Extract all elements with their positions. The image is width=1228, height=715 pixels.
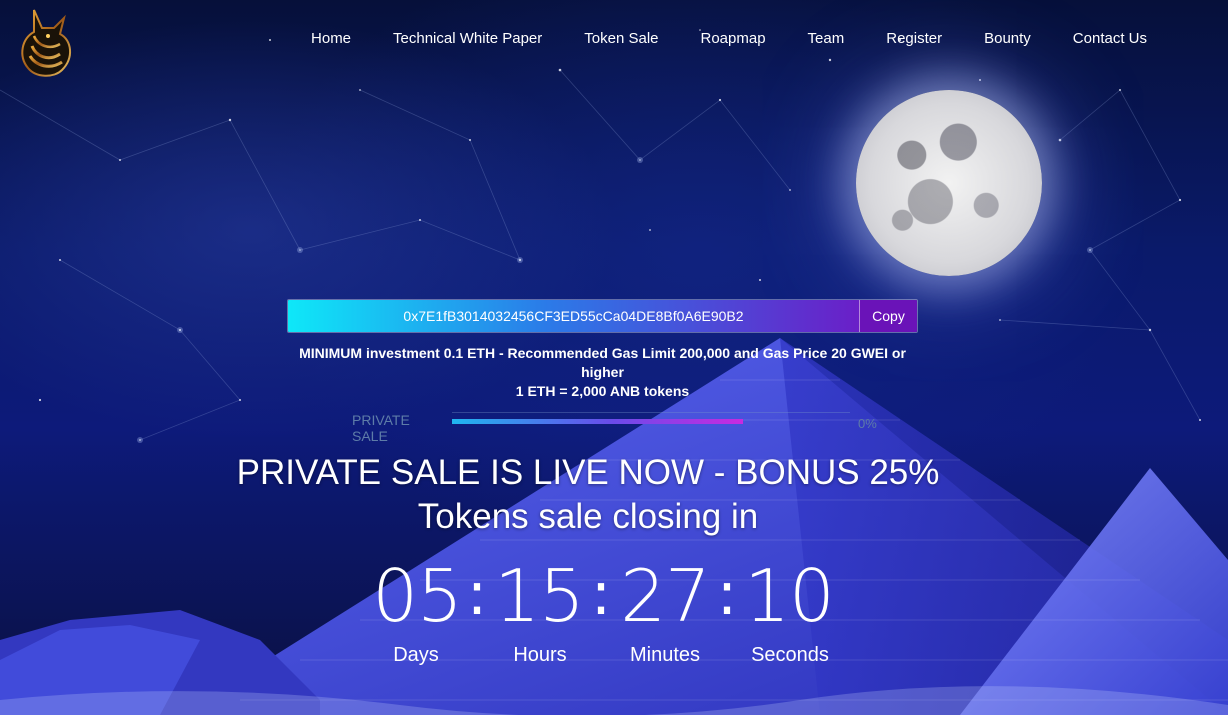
private-sale-headline: PRIVATE SALE IS LIVE NOW - BONUS 25% xyxy=(236,453,940,492)
countdown-minutes: 27 xyxy=(620,554,711,638)
main-nav: Home Technical White Paper Token Sale Ro… xyxy=(300,30,1168,47)
progress-label: PRIVATE SALE xyxy=(352,412,410,444)
wallet-address-input[interactable] xyxy=(288,300,859,332)
nav-technical-white-paper-link[interactable]: Technical White Paper xyxy=(372,30,563,47)
moon-image xyxy=(856,90,1042,276)
nav-home-link[interactable]: Home xyxy=(290,30,372,47)
anubis-logo-icon[interactable] xyxy=(14,6,80,80)
nav-roadmap-link[interactable]: Roapmap xyxy=(680,30,787,47)
token-rate-text: 1 ETH = 2,000 ANB tokens xyxy=(515,383,690,399)
sale-closing-headline: Tokens sale closing in xyxy=(417,497,759,536)
sale-progress-bar xyxy=(452,412,850,426)
countdown-separator: : xyxy=(590,559,612,629)
copy-address-button[interactable]: Copy xyxy=(859,300,917,332)
countdown-timer: 05 : 15 : 27 : 10 Days Hours Minutes Sec… xyxy=(372,558,842,688)
countdown-seconds: 10 xyxy=(744,554,835,638)
nav-contact-us-link[interactable]: Contact Us xyxy=(1052,30,1168,47)
countdown-hours-label: Hours xyxy=(513,644,567,666)
countdown-hours: 15 xyxy=(494,554,585,638)
countdown-separator: : xyxy=(466,559,488,629)
wallet-address-bar: Copy xyxy=(287,299,918,333)
sale-progress-fill xyxy=(452,419,743,424)
countdown-seconds-label: Seconds xyxy=(751,644,829,666)
countdown-days: 05 xyxy=(372,554,463,638)
countdown-minutes-label: Minutes xyxy=(629,644,701,666)
investment-minimum-text: MINIMUM investment 0.1 ETH - Recommended… xyxy=(299,345,906,380)
nav-token-sale-link[interactable]: Token Sale xyxy=(563,30,679,47)
countdown-separator: : xyxy=(716,559,738,629)
nav-register-link[interactable]: Register xyxy=(865,30,963,47)
countdown-days-label: Days xyxy=(393,644,439,666)
investment-info: MINIMUM investment 0.1 ETH - Recommended… xyxy=(287,344,918,401)
progress-percent: 0% xyxy=(858,416,877,431)
nav-team-link[interactable]: Team xyxy=(787,30,866,47)
nav-bounty-link[interactable]: Bounty xyxy=(963,30,1052,47)
